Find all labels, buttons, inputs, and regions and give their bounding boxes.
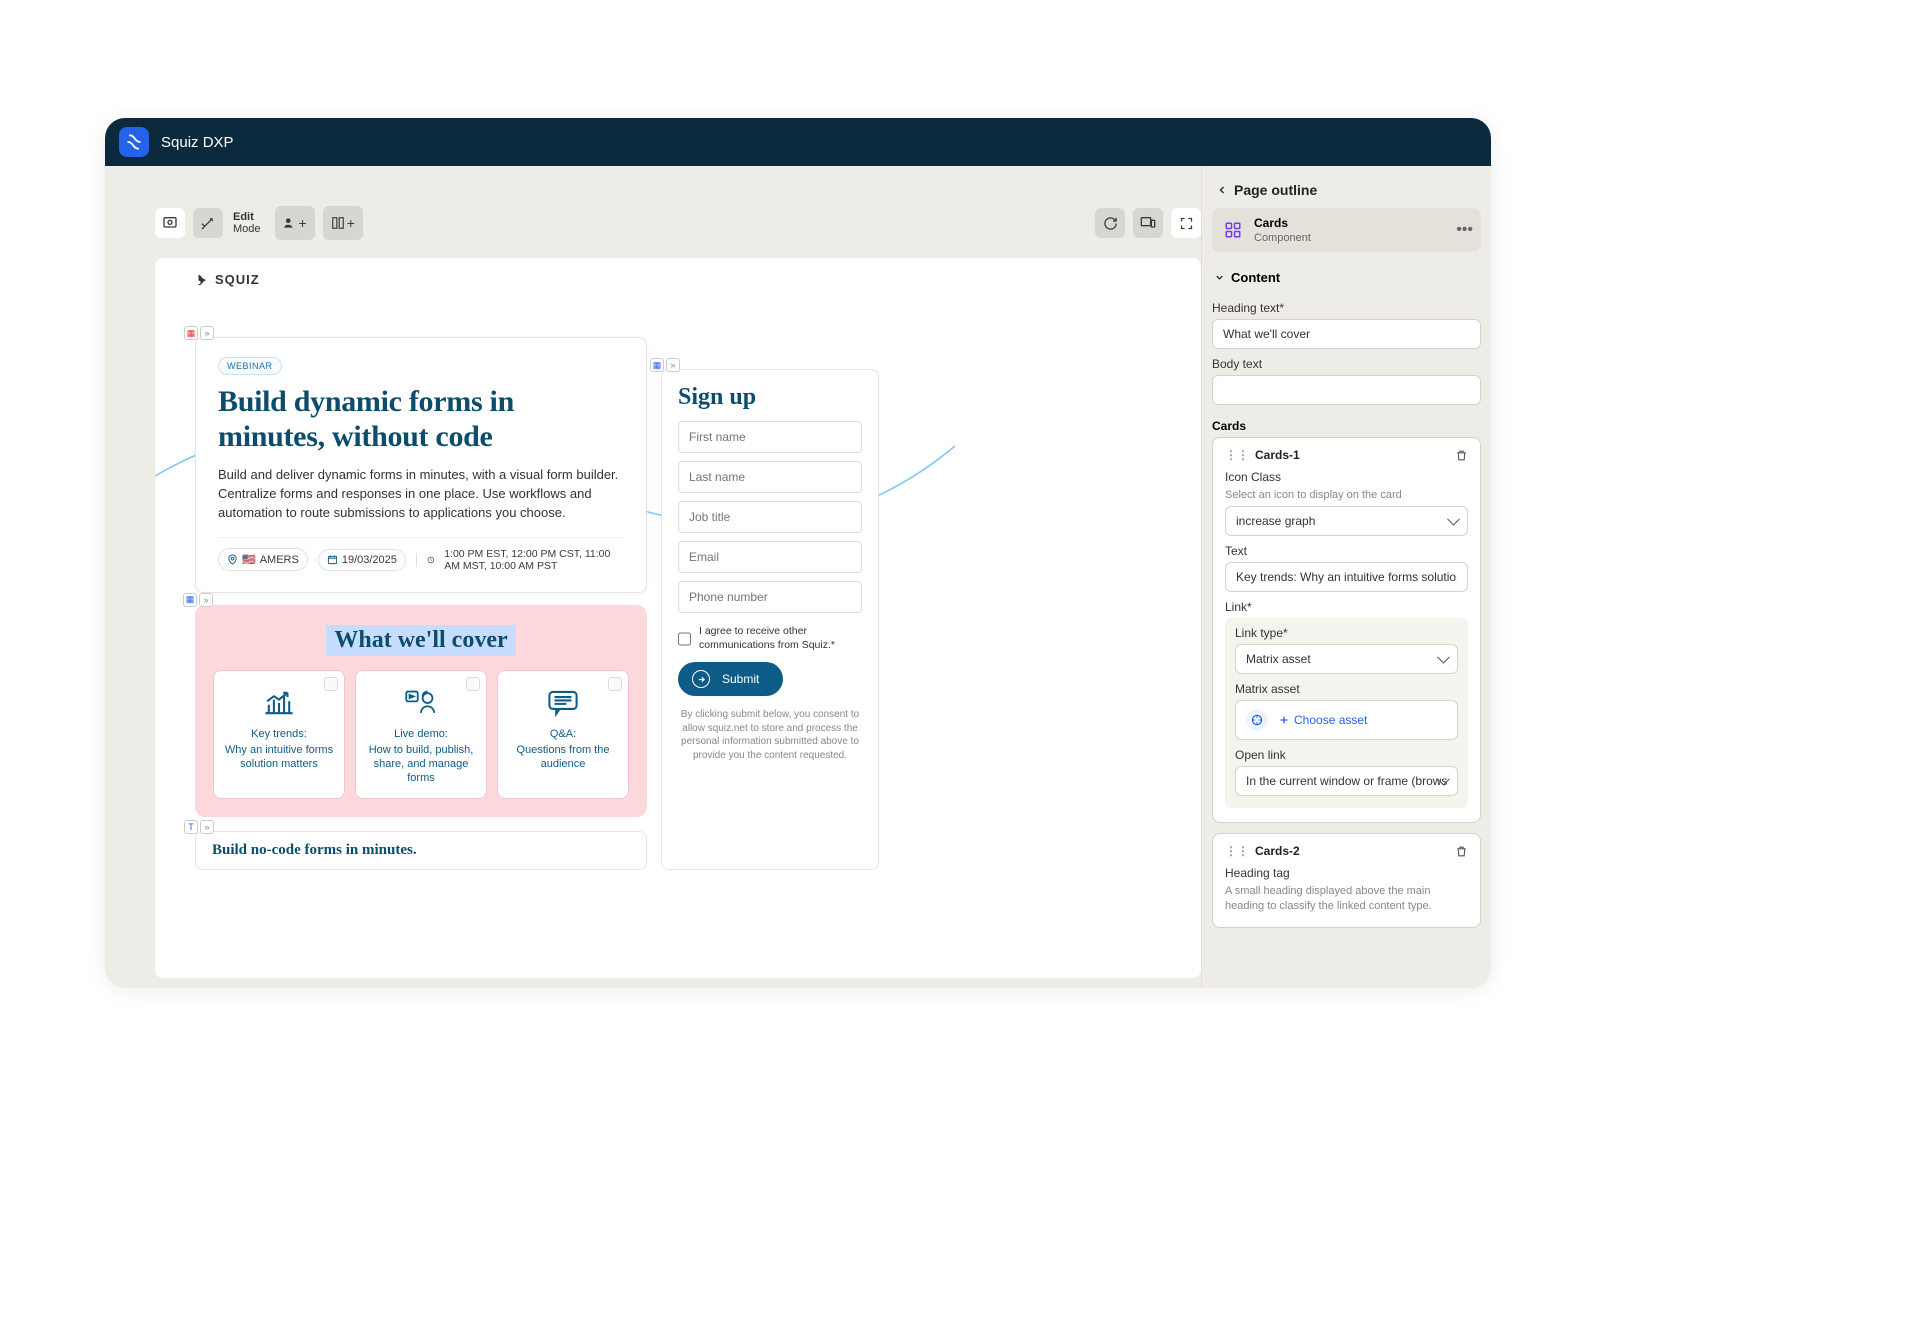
last-name-field[interactable] (678, 461, 862, 493)
cover-card[interactable]: Live demo:How to build, publish, share, … (355, 670, 487, 799)
region-pill: 🇺🇸 AMERS (218, 548, 308, 571)
cover-title: What we'll cover (326, 625, 515, 656)
app-logo (119, 127, 149, 157)
first-name-field[interactable] (678, 421, 862, 453)
hero-lede: Build and deliver dynamic forms in minut… (218, 466, 624, 523)
body-text-input[interactable] (1212, 375, 1481, 405)
cards-2-item: ⋮⋮Cards-2 Heading tag A small heading di… (1212, 833, 1481, 928)
open-link-select[interactable] (1235, 766, 1458, 796)
block-handle[interactable]: T» (184, 820, 214, 834)
choose-asset-button[interactable]: Choose asset (1235, 700, 1458, 740)
drag-handle-icon[interactable]: ⋮⋮ (1225, 844, 1249, 858)
magic-edit-button[interactable] (193, 208, 223, 238)
cover-block[interactable]: ▦» What we'll cover Key trends:Why an in… (195, 605, 647, 817)
target-icon (1246, 709, 1268, 731)
chat-icon (506, 685, 620, 721)
heading-text-label: Heading text* (1212, 301, 1481, 315)
page-canvas[interactable]: SQUIZ ▦» WEBINAR Build dynamic forms in … (155, 258, 1201, 978)
preview-toggle-button[interactable] (155, 208, 185, 238)
cover-card[interactable]: Key trends:Why an intuitive forms soluti… (213, 670, 345, 799)
component-icon (1222, 219, 1244, 241)
edit-mode-label: EditMode (233, 211, 261, 235)
page-outline-panel: Page outline CardsComponent ••• Content … (1201, 166, 1491, 988)
topbar: Squiz DXP (105, 118, 1491, 166)
job-title-field[interactable] (678, 501, 862, 533)
hero-title: Build dynamic forms in minutes, without … (218, 385, 624, 454)
more-icon[interactable]: ••• (1456, 221, 1473, 239)
block-handle[interactable]: ▦» (183, 593, 213, 607)
consent-checkbox[interactable]: I agree to receive other communications … (678, 625, 862, 652)
drag-handle-icon[interactable]: ⋮⋮ (1225, 448, 1249, 462)
heading-text-input[interactable] (1212, 319, 1481, 349)
card-settings-icon[interactable] (324, 677, 338, 691)
icon-class-select[interactable] (1225, 506, 1468, 536)
component-chip[interactable]: CardsComponent ••• (1212, 208, 1481, 252)
signup-title: Sign up (678, 384, 862, 411)
fullscreen-button[interactable] (1171, 208, 1201, 238)
hero-meta: 🇺🇸 AMERS 19/03/2025 1:00 PM EST, 12:00 P… (218, 537, 624, 572)
app-title: Squiz DXP (161, 134, 234, 151)
email-field[interactable] (678, 541, 862, 573)
body-text-label: Body text (1212, 357, 1481, 371)
nocode-block[interactable]: T» Build no-code forms in minutes. (195, 831, 647, 870)
card-text-input[interactable] (1225, 562, 1468, 592)
editor-toolbar: EditMode + + (155, 206, 1201, 240)
cards-1-item: ⋮⋮Cards-1 Icon Class Select an icon to d… (1212, 437, 1481, 823)
page-brand: SQUIZ (155, 258, 1201, 287)
link-type-select[interactable] (1235, 644, 1458, 674)
submit-button[interactable]: Submit (678, 662, 783, 696)
content-section-toggle[interactable]: Content (1212, 262, 1481, 293)
date-pill: 19/03/2025 (318, 549, 406, 571)
refresh-button[interactable] (1095, 208, 1125, 238)
outline-back[interactable]: Page outline (1212, 176, 1481, 208)
webinar-badge: WEBINAR (218, 357, 282, 375)
cards-label: Cards (1212, 419, 1481, 433)
delete-card-icon[interactable] (1455, 845, 1468, 858)
add-user-button[interactable]: + (277, 208, 313, 238)
card-settings-icon[interactable] (466, 677, 480, 691)
block-handle[interactable]: ▦» (184, 326, 214, 340)
presenter-icon (364, 685, 478, 721)
delete-card-icon[interactable] (1455, 449, 1468, 462)
devices-button[interactable] (1133, 208, 1163, 238)
trend-icon (222, 685, 336, 721)
signup-fine-print: By clicking submit below, you consent to… (678, 708, 862, 762)
times-text: 1:00 PM EST, 12:00 PM CST, 11:00 AM MST,… (444, 548, 624, 572)
cover-card[interactable]: Q&A:Questions from the audience (497, 670, 629, 799)
phone-field[interactable] (678, 581, 862, 613)
hero-block[interactable]: ▦» WEBINAR Build dynamic forms in minute… (195, 337, 647, 593)
card-settings-icon[interactable] (608, 677, 622, 691)
signup-block[interactable]: ▦» Sign up I agree to receive other comm… (661, 369, 879, 870)
nocode-title: Build no-code forms in minutes. (212, 842, 630, 859)
add-panel-button[interactable]: + (325, 208, 361, 238)
block-handle[interactable]: ▦» (650, 358, 680, 372)
